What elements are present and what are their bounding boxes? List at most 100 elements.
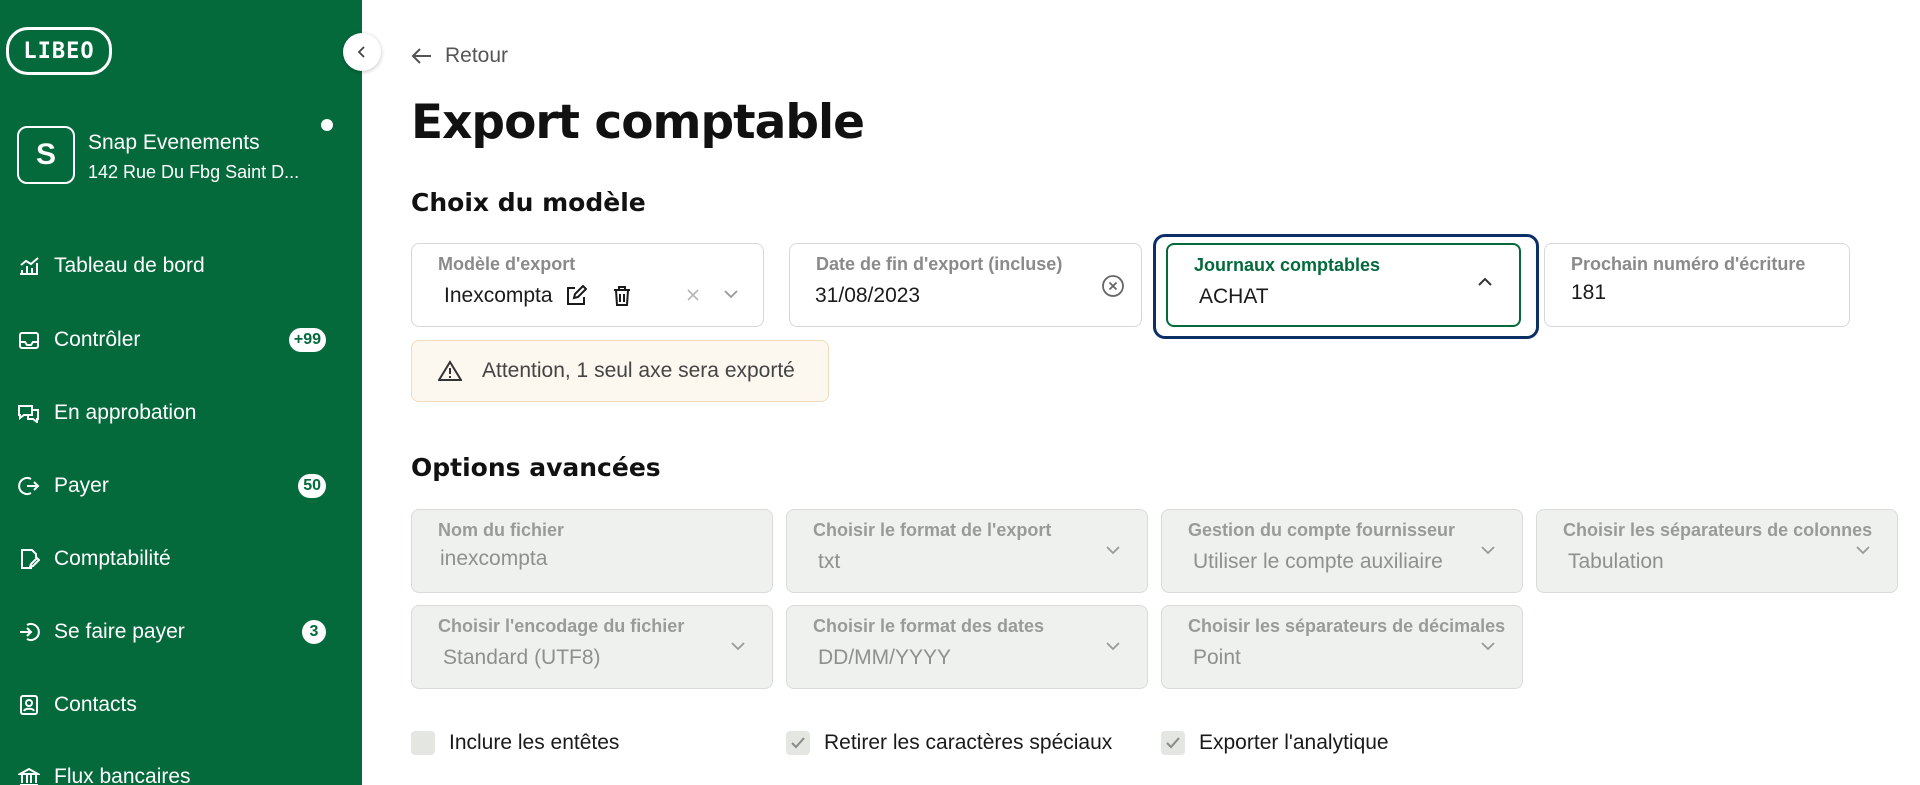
sidebar-item-contacts[interactable]: Contacts — [16, 685, 326, 725]
chevron-down-icon — [1856, 546, 1870, 555]
section-title-advanced: Options avancées — [411, 453, 661, 482]
clear-circle-icon[interactable] — [1101, 274, 1125, 298]
field-value: 31/08/2023 — [815, 284, 921, 307]
sidebar-item-payer[interactable]: Payer 50 — [16, 466, 326, 506]
remove-special-chars-option[interactable]: Retirer les caractères spéciaux — [786, 731, 1112, 755]
field-label: Choisir l'encodage du fichier — [438, 616, 685, 636]
company-switcher[interactable]: S Snap Evenements 142 Rue Du Fbg Saint D… — [17, 119, 347, 186]
field-label: Choisir le format de l'export — [813, 520, 1052, 540]
next-entry-number-field[interactable]: Prochain numéro d'écriture 181 — [1544, 243, 1850, 327]
field-value: Tabulation — [1568, 550, 1664, 573]
bank-icon — [16, 764, 42, 785]
document-edit-icon — [16, 546, 42, 572]
export-model-select[interactable]: Modèle d'export Inexcompta — [411, 243, 764, 327]
sidebar-item-controler[interactable]: Contrôler +99 — [16, 320, 326, 360]
field-value: DD/MM/YYYY — [818, 646, 952, 669]
chevron-down-icon — [1106, 546, 1120, 555]
include-headers-checkbox[interactable] — [411, 731, 435, 755]
end-date-field[interactable]: Date de fin d'export (incluse) 31/08/202… — [789, 243, 1142, 327]
chat-icon — [16, 400, 42, 426]
field-label: Modèle d'export — [438, 254, 576, 274]
inbox-icon — [16, 327, 42, 353]
sidebar-item-comptabilite[interactable]: Comptabilité — [16, 539, 326, 579]
sidebar-item-flux-bancaires[interactable]: Flux bancaires — [16, 757, 326, 785]
file-name-field[interactable]: Nom du fichier inexcompta — [411, 509, 773, 593]
sidebar-item-se-faire-payer[interactable]: Se faire payer 3 — [16, 612, 326, 652]
company-name: Snap Evenements — [88, 131, 260, 154]
contact-card-icon — [16, 692, 42, 718]
column-separator-select[interactable]: Choisir les séparateurs de colonnes Tabu… — [1536, 509, 1898, 593]
pay-out-icon — [16, 473, 42, 499]
check-icon — [1166, 737, 1180, 749]
field-label: Nom du fichier — [438, 520, 565, 540]
sidebar-item-dashboard[interactable]: Tableau de bord — [16, 246, 326, 286]
sidebar-item-label: Contrôler — [54, 328, 141, 351]
field-label: Journaux comptables — [1194, 255, 1381, 275]
company-address: 142 Rue Du Fbg Saint D... — [88, 162, 300, 182]
export-analytics-checkbox[interactable] — [1161, 731, 1185, 755]
field-value: txt — [818, 550, 841, 573]
chevron-left-icon — [357, 46, 365, 58]
field-value: Utiliser le compte auxiliaire — [1193, 550, 1443, 573]
back-label: Retour — [445, 44, 509, 67]
pay-in-icon — [16, 619, 42, 645]
sidebar-item-label: Comptabilité — [54, 547, 171, 570]
sidebar: LIBEO S Snap Evenements 142 Rue Du Fbg S… — [0, 0, 362, 785]
section-title-model: Choix du modèle — [411, 188, 646, 217]
checkbox-label: Exporter l'analytique — [1199, 731, 1389, 754]
chevron-down-icon — [1106, 642, 1120, 651]
export-format-select[interactable]: Choisir le format de l'export txt — [786, 509, 1148, 593]
chart-icon — [16, 253, 42, 279]
field-value: Point — [1193, 646, 1241, 669]
checkbox-label: Inclure les entêtes — [449, 731, 620, 754]
warning-banner: Attention, 1 seul axe sera exporté — [411, 340, 829, 402]
warning-icon — [438, 360, 462, 382]
count-badge: 50 — [298, 474, 326, 498]
decimal-separator-select[interactable]: Choisir les séparateurs de décimales Poi… — [1161, 605, 1523, 689]
chevron-down-icon — [1481, 546, 1495, 555]
field-label: Prochain numéro d'écriture — [1571, 254, 1806, 274]
sidebar-item-label: Flux bancaires — [54, 765, 191, 785]
back-link[interactable]: Retour — [411, 44, 508, 68]
warning-text: Attention, 1 seul axe sera exporté — [482, 359, 795, 382]
include-headers-option[interactable]: Inclure les entêtes — [411, 731, 619, 755]
date-format-select[interactable]: Choisir le format des dates DD/MM/YYYY — [786, 605, 1148, 689]
field-label: Choisir les séparateurs de décimales — [1188, 616, 1506, 636]
trash-icon[interactable] — [611, 285, 633, 307]
checkbox-label: Retirer les caractères spéciaux — [824, 731, 1113, 754]
sidebar-item-label: Contacts — [54, 693, 137, 716]
sidebar-item-approbation[interactable]: En approbation — [16, 393, 326, 433]
clear-icon[interactable] — [686, 288, 700, 302]
encoding-select[interactable]: Choisir l'encodage du fichier Standard (… — [411, 605, 773, 689]
chevron-up-icon — [1478, 277, 1492, 286]
chevron-down-icon — [1481, 642, 1495, 651]
field-value: Inexcompta — [444, 284, 553, 307]
supplier-account-select[interactable]: Gestion du compte fournisseur Utiliser l… — [1161, 509, 1523, 593]
export-analytics-option[interactable]: Exporter l'analytique — [1161, 731, 1389, 755]
sidebar-item-label: Tableau de bord — [54, 254, 205, 277]
field-label: Date de fin d'export (incluse) — [816, 254, 1063, 274]
remove-special-chars-checkbox[interactable] — [786, 731, 810, 755]
sidebar-item-label: Se faire payer — [54, 620, 185, 643]
chevron-down-icon — [724, 290, 738, 299]
company-avatar: S — [17, 126, 75, 184]
field-value: Standard (UTF8) — [443, 646, 601, 669]
edit-icon[interactable] — [565, 285, 587, 307]
journals-select[interactable]: Journaux comptables ACHAT — [1166, 243, 1521, 327]
count-badge: +99 — [288, 328, 326, 352]
count-badge: 3 — [302, 620, 326, 644]
check-icon — [791, 737, 805, 749]
field-value: 181 — [1571, 281, 1607, 304]
field-label: Choisir les séparateurs de colonnes — [1563, 520, 1873, 540]
chevron-down-icon — [731, 642, 745, 651]
page-title: Export comptable — [411, 95, 865, 150]
field-value: inexcompta — [440, 547, 548, 570]
collapse-sidebar-button[interactable] — [343, 33, 381, 71]
sidebar-item-label: Payer — [54, 474, 109, 497]
libeo-logo[interactable]: LIBEO — [6, 27, 112, 75]
sidebar-item-label: En approbation — [54, 401, 197, 424]
field-value: ACHAT — [1199, 285, 1269, 308]
notification-dot — [321, 119, 333, 131]
arrow-left-icon — [411, 48, 431, 64]
field-label: Gestion du compte fournisseur — [1188, 520, 1456, 540]
